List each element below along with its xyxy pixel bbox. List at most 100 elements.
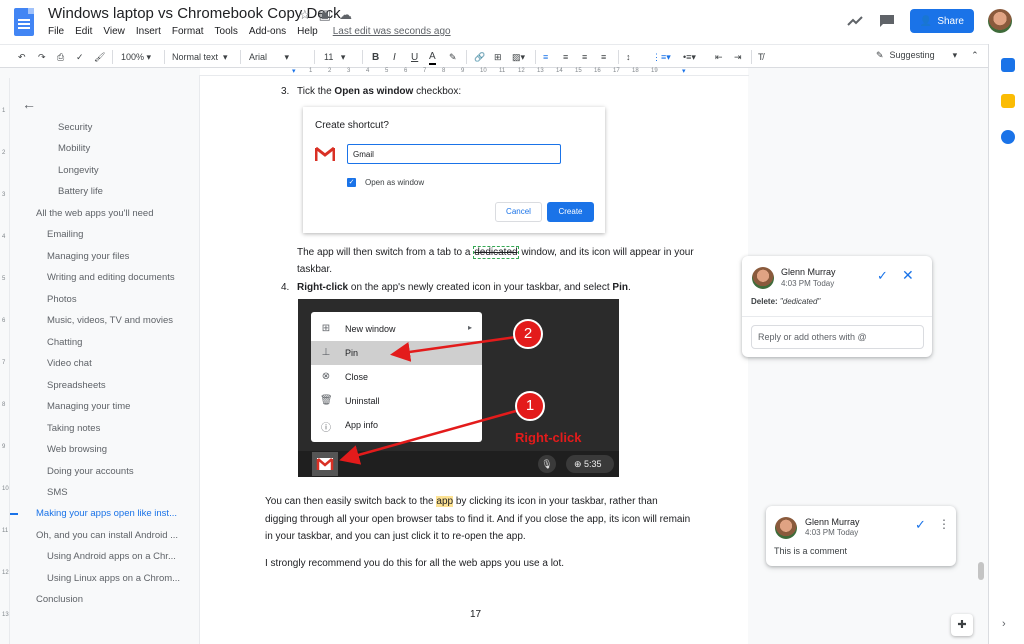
document-title[interactable]: Windows laptop vs Chromebook Copy Deck [48, 5, 341, 22]
align-right-icon[interactable]: ≡ [582, 49, 587, 65]
paragraph-recommend[interactable]: I strongly recommend you do this for all… [265, 558, 564, 569]
last-edit-link[interactable]: Last edit was seconds ago [333, 26, 451, 37]
menu-edit[interactable]: Edit [75, 26, 92, 37]
outline-item[interactable]: Doing your accounts [47, 466, 134, 477]
explore-button[interactable]: ✚ [951, 614, 973, 636]
menu-tools[interactable]: Tools [215, 26, 238, 37]
outline-item[interactable]: Mobility [58, 143, 90, 154]
resolve-comment-icon[interactable]: ✓ [915, 517, 926, 533]
activity-trend-icon[interactable] [846, 12, 864, 30]
menu-file[interactable]: File [48, 26, 64, 37]
docs-logo-icon[interactable] [14, 8, 34, 36]
share-button[interactable]: 👤 Share [909, 9, 974, 33]
clear-formatting-icon[interactable]: T̸ [758, 49, 764, 65]
zoom-select[interactable]: 100% ▾ [121, 49, 151, 65]
pin-app-screenshot[interactable]: ⊞ New window ▸ ⊥ Pin ⊗ Close 🗑 Uninstall… [298, 299, 619, 477]
chevron-down-icon: ▾ [952, 50, 958, 60]
keep-icon[interactable] [1001, 94, 1015, 108]
comment-card[interactable]: Glenn Murray 4:03 PM Today ✓ ⋮ This is a… [766, 506, 956, 566]
outline-item[interactable]: Writing and editing documents [47, 272, 175, 283]
close-outline-arrow-icon[interactable]: ← [22, 96, 36, 112]
paragraph-switch[interactable]: The app will then switch from a tab to a… [297, 246, 694, 259]
outline-item[interactable]: SMS [47, 487, 68, 498]
indent-marker-icon[interactable]: ▾ [292, 67, 296, 75]
undo-icon[interactable]: ↶ [18, 49, 26, 65]
redo-icon[interactable]: ↷ [38, 49, 46, 65]
outline-item[interactable]: Web browsing [47, 444, 107, 455]
insert-image-icon[interactable]: ▨▾ [512, 49, 525, 65]
outline-item[interactable]: Emailing [47, 229, 83, 240]
outline-item[interactable]: Conclusion [36, 594, 83, 605]
outline-item[interactable]: Managing your time [47, 401, 130, 412]
menu-format[interactable]: Format [172, 26, 204, 37]
paragraph-switch-back[interactable]: You can then easily switch back to the a… [265, 496, 658, 507]
outline-item[interactable]: Using Android apps on a Chr... [47, 551, 176, 562]
outline-item[interactable]: Taking notes [47, 423, 100, 434]
italic-icon[interactable]: I [393, 49, 396, 65]
suggested-deletion[interactable]: dedicated [473, 246, 519, 259]
outline-item[interactable]: Chatting [47, 337, 82, 348]
increase-indent-icon[interactable]: ⇥ [734, 49, 742, 65]
outline-item[interactable]: Photos [47, 294, 77, 305]
font-select[interactable]: Arial ▾ [249, 49, 289, 65]
menu-help[interactable]: Help [297, 26, 318, 37]
numbered-list-icon[interactable]: ⋮≡▾ [652, 49, 671, 65]
collapse-toolbar-icon[interactable]: ⌃ [971, 50, 979, 61]
vertical-scrollbar[interactable] [978, 562, 984, 580]
underline-icon[interactable]: U [411, 49, 418, 65]
create-shortcut-screenshot[interactable]: Create shortcut? Gmail ✓ Open as window … [303, 107, 605, 233]
vertical-ruler: 1 2 3 4 5 6 7 8 9 10 11 12 13 [0, 78, 10, 644]
spellcheck-icon[interactable]: ✓ [76, 49, 84, 65]
justify-icon[interactable]: ≡ [601, 49, 606, 65]
decrease-indent-icon[interactable]: ⇤ [715, 49, 723, 65]
outline-item[interactable]: Longevity [58, 165, 99, 176]
style-select[interactable]: Normal text ▾ [172, 49, 228, 65]
editing-mode-select[interactable]: ✎ Suggesting ▾ ⌃ [876, 50, 979, 61]
menu-addons[interactable]: Add-ons [249, 26, 286, 37]
outline-item[interactable]: Security [58, 122, 92, 133]
horizontal-ruler[interactable]: ▾ ▾ 1 2 3 4 5 6 7 8 9 10 11 12 13 14 15 … [200, 68, 748, 76]
outline-item[interactable]: Video chat [47, 358, 92, 369]
move-folder-icon[interactable]: ▣ [319, 7, 331, 23]
insert-comment-icon[interactable]: ⊞ [494, 49, 502, 65]
outline-item[interactable]: Battery life [58, 186, 103, 197]
commented-text[interactable]: app [436, 496, 454, 507]
step-3-text[interactable]: Tick the Open as window checkbox: [297, 86, 461, 97]
account-avatar[interactable] [988, 9, 1012, 33]
open-as-window-checkbox: ✓ [347, 178, 356, 187]
line-spacing-icon[interactable]: ↕ [626, 49, 631, 65]
comments-history-icon[interactable] [878, 12, 896, 30]
reject-suggestion-icon[interactable]: ✕ [902, 267, 914, 284]
expand-panel-icon[interactable]: › [1002, 618, 1006, 630]
outline-item[interactable]: Music, videos, TV and movies [47, 315, 173, 326]
highlight-color-icon[interactable]: ✎ [449, 49, 457, 65]
outline-item-active[interactable]: Making your apps open like inst... [36, 508, 177, 519]
step-4-text[interactable]: Right-click on the app's newly created i… [297, 282, 631, 293]
print-icon[interactable]: ⎙ [57, 49, 64, 65]
accept-suggestion-icon[interactable]: ✓ [877, 268, 888, 284]
star-icon[interactable]: ☆ [299, 7, 311, 23]
more-options-icon[interactable]: ⋮ [938, 517, 950, 531]
outline-item[interactable]: Managing your files [47, 251, 129, 262]
outline-item[interactable]: Oh, and you can install Android ... [36, 530, 178, 541]
right-indent-marker-icon[interactable]: ▾ [682, 67, 686, 75]
outline-item[interactable]: Spreadsheets [47, 380, 106, 391]
menu-insert[interactable]: Insert [136, 26, 161, 37]
cloud-saved-icon[interactable]: ☁ [339, 7, 352, 23]
align-left-icon[interactable]: ≡ [543, 49, 548, 65]
reply-input[interactable]: Reply or add others with @ [751, 325, 924, 349]
bold-icon[interactable]: B [372, 49, 379, 65]
tasks-icon[interactable] [1001, 130, 1015, 144]
outline-item[interactable]: Using Linux apps on a Chrom... [47, 573, 180, 584]
paint-format-icon[interactable]: 🖌 [94, 49, 105, 65]
outline-item[interactable]: All the web apps you'll need [36, 208, 153, 219]
font-size-select[interactable]: 11 ▾ [324, 49, 345, 65]
menu-view[interactable]: View [103, 26, 125, 37]
link-icon[interactable]: 🔗 [474, 49, 485, 65]
align-center-icon[interactable]: ≡ [563, 49, 568, 65]
text-color-icon[interactable]: A [429, 49, 436, 65]
bulleted-list-icon[interactable]: •≡▾ [683, 49, 696, 65]
calendar-icon[interactable] [1001, 58, 1015, 72]
suggestion-card[interactable]: Glenn Murray 4:03 PM Today ✓ ✕ Delete: "… [742, 256, 932, 357]
gmail-icon [315, 146, 335, 161]
